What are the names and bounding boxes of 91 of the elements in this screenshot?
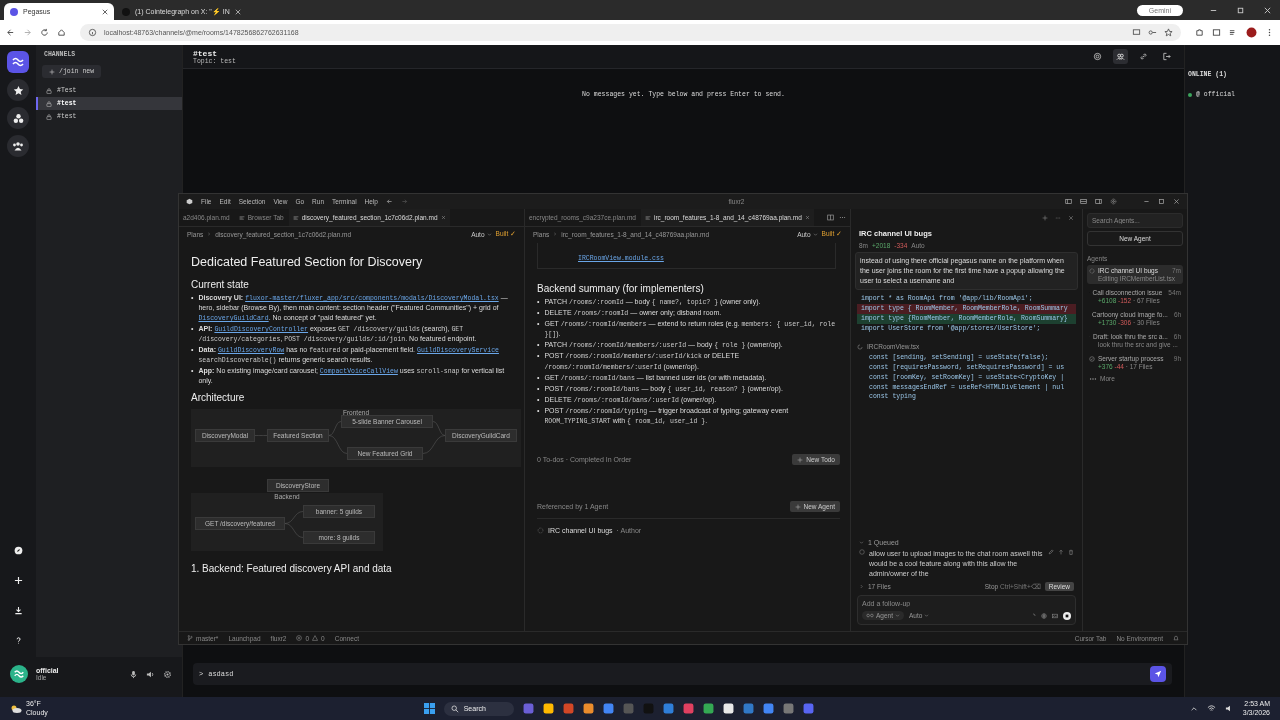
- loading-icon: [1030, 612, 1036, 619]
- spinner-icon: [1089, 267, 1095, 274]
- loading-icon: [857, 343, 863, 350]
- settings-icon[interactable]: [163, 669, 172, 679]
- caret-icon: [895, 613, 900, 618]
- close-icon[interactable]: [440, 215, 446, 220]
- list-icon: [644, 214, 651, 221]
- section-heading: Current state: [191, 279, 250, 290]
- branch-icon: [187, 635, 193, 641]
- connector-line: [328, 421, 342, 437]
- speaker-icon[interactable]: [146, 669, 155, 679]
- app-logo[interactable]: [7, 51, 29, 73]
- install-icon[interactable]: [1132, 28, 1141, 37]
- search-icon: [450, 704, 459, 713]
- plus-icon: [49, 68, 55, 75]
- app-icon[interactable]: [582, 703, 594, 714]
- key-icon[interactable]: [1148, 28, 1157, 37]
- send-icon: [1154, 670, 1162, 678]
- caret-icon: [859, 539, 864, 545]
- trash-icon[interactable]: [1068, 548, 1074, 555]
- profile-avatar[interactable]: [1246, 27, 1257, 38]
- favorites-icon[interactable]: [7, 79, 29, 101]
- connector-line: [284, 523, 304, 539]
- weather-icon[interactable]: [10, 703, 22, 714]
- restore-icon[interactable]: [1236, 5, 1245, 15]
- app-icon[interactable]: [722, 703, 734, 714]
- split-editor-icon[interactable]: [827, 214, 834, 221]
- error-icon: [296, 635, 303, 641]
- minimize-icon[interactable]: [1143, 198, 1150, 205]
- list-icon: [292, 214, 299, 221]
- chevron-right-icon: [859, 584, 864, 589]
- members-icon[interactable]: [1113, 49, 1128, 64]
- app-icon: [186, 198, 193, 205]
- layout-icon[interactable]: [1095, 198, 1102, 205]
- connector-line: [328, 435, 348, 455]
- plus-icon: [794, 503, 801, 510]
- document-title: Dedicated Featured Section for Discovery: [191, 255, 424, 269]
- app-icon[interactable]: [542, 703, 554, 714]
- connector-line: [254, 435, 268, 437]
- layout-icon[interactable]: [1080, 198, 1087, 205]
- friends-icon[interactable]: [7, 135, 29, 157]
- reload-icon[interactable]: [40, 28, 49, 37]
- send-button[interactable]: [1150, 666, 1166, 682]
- home-icon[interactable]: [57, 28, 66, 37]
- plus-icon: [797, 456, 804, 463]
- section-heading: Backend summary (for implementers): [537, 283, 705, 294]
- close-icon[interactable]: [804, 215, 810, 220]
- chevron-up-icon[interactable]: [1189, 704, 1198, 713]
- communities-icon[interactable]: [7, 107, 29, 129]
- microphone-icon[interactable]: [129, 669, 138, 679]
- start-icon[interactable]: [423, 703, 435, 714]
- star-icon[interactable]: [1164, 28, 1173, 37]
- room-name: #test: [193, 48, 218, 58]
- lock-icon: [46, 113, 52, 120]
- back-icon[interactable]: [6, 28, 15, 37]
- layout-icon[interactable]: [1065, 198, 1072, 205]
- wifi-icon[interactable]: [1206, 704, 1216, 713]
- connector-line: [284, 511, 304, 525]
- caret-icon: [812, 231, 818, 237]
- bell-icon[interactable]: [1173, 635, 1179, 641]
- lock-icon: [46, 87, 52, 94]
- extensions-icon[interactable]: [1195, 28, 1204, 37]
- site-icon: [10, 7, 18, 16]
- section-heading: Architecture: [191, 392, 246, 404]
- stop-icon[interactable]: [1063, 611, 1071, 620]
- section-heading: 1. Backend: Featured discovery API and data: [191, 563, 393, 575]
- list-icon: [238, 214, 245, 221]
- caret-icon: [924, 613, 930, 618]
- app-icon[interactable]: [702, 703, 714, 714]
- site-icon: [122, 7, 130, 16]
- caret-icon: [486, 231, 492, 237]
- settings-icon[interactable]: [1110, 198, 1117, 205]
- radio-icon[interactable]: [859, 548, 865, 555]
- arrow-up-icon[interactable]: [1058, 548, 1064, 555]
- close-icon[interactable]: [102, 8, 108, 15]
- tab-search-icon[interactable]: [1212, 28, 1221, 37]
- more-icon: [1089, 376, 1097, 381]
- image-icon[interactable]: [1052, 612, 1058, 619]
- edit-icon[interactable]: [1048, 548, 1054, 555]
- warning-icon: [312, 635, 319, 641]
- back-icon[interactable]: [385, 198, 393, 205]
- close-icon[interactable]: [1173, 198, 1180, 205]
- lock-icon: [46, 100, 52, 107]
- check-circle-icon: [1089, 355, 1095, 362]
- maximize-icon[interactable]: [1158, 198, 1165, 205]
- spinner-icon: [537, 527, 544, 535]
- globe-icon[interactable]: [1041, 612, 1047, 619]
- infinity-icon: [866, 613, 874, 618]
- more-icon[interactable]: [839, 214, 846, 221]
- user-avatar[interactable]: [10, 665, 28, 683]
- info-icon[interactable]: [88, 28, 97, 37]
